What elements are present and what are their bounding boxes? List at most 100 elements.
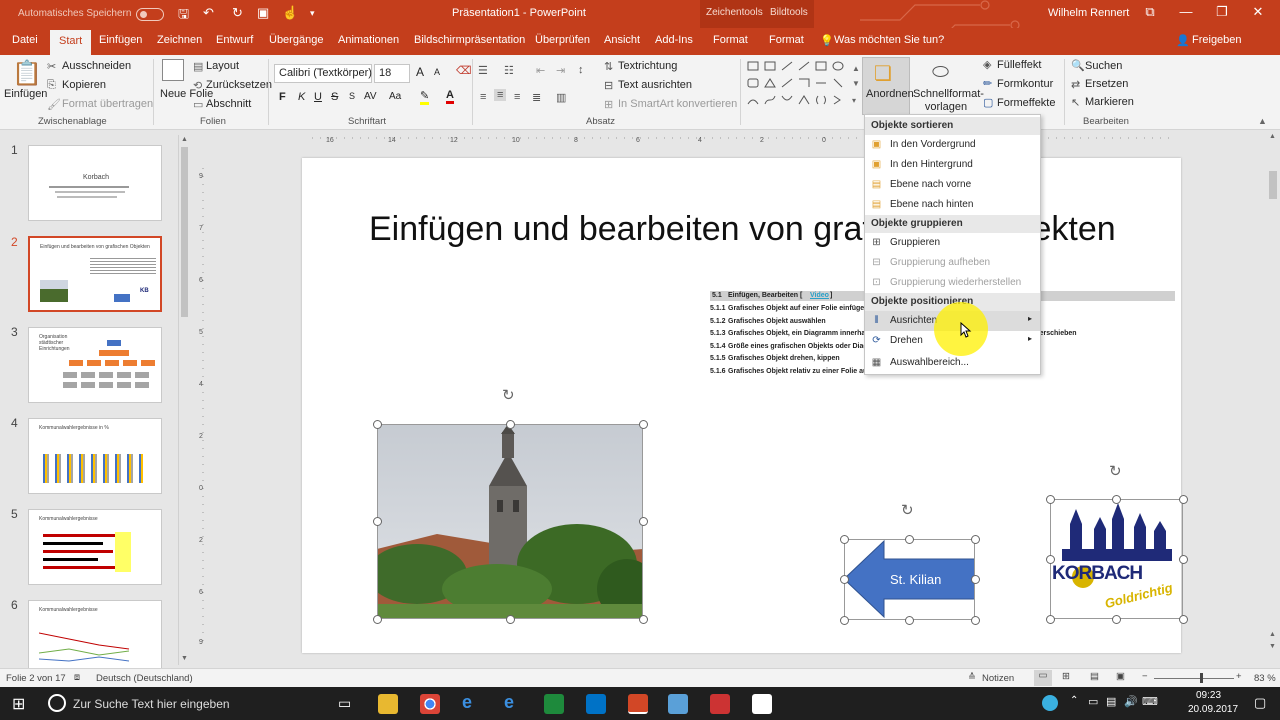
slide-sorter-icon[interactable]: ⊞ <box>1062 671 1070 682</box>
resize-handle[interactable] <box>638 517 648 526</box>
rotate-handle-icon[interactable]: ↻ <box>1109 462 1122 480</box>
redo-icon[interactable]: ↻ <box>232 5 243 21</box>
resize-handle[interactable] <box>839 534 849 544</box>
reset-button[interactable]: Zurücksetzen <box>206 79 272 91</box>
resize-handle[interactable] <box>638 614 648 624</box>
slideshow-icon[interactable]: ▣ <box>1116 671 1125 682</box>
font-size-select[interactable]: 18 <box>374 64 410 83</box>
resize-handle[interactable] <box>905 615 914 625</box>
zoom-slider-thumb[interactable] <box>1200 673 1203 683</box>
gallery-down-icon[interactable]: ▼ <box>852 79 860 88</box>
menu-item-selection-pane[interactable]: ▦ Auswahlbereich... <box>865 353 1040 373</box>
bullets-icon[interactable]: ☰ <box>478 64 488 77</box>
char-spacing-button[interactable]: AV <box>364 91 377 102</box>
notifications-icon[interactable]: ▢ <box>1254 695 1266 711</box>
ie-icon[interactable]: e <box>504 692 514 713</box>
tell-me-input[interactable]: Was möchten Sie tun? <box>834 34 944 46</box>
camtasia-icon[interactable] <box>544 694 564 714</box>
justify-icon[interactable]: ≣ <box>532 91 541 104</box>
tab-entwurf[interactable]: Entwurf <box>216 34 253 46</box>
tab-format-drawing[interactable]: Format <box>713 34 748 46</box>
resize-handle[interactable] <box>505 419 515 429</box>
tab-start[interactable]: Start <box>50 30 92 55</box>
zoom-slider[interactable] <box>1154 678 1234 679</box>
help-tray-icon[interactable] <box>1042 695 1058 711</box>
select-button[interactable]: Markieren <box>1085 96 1134 108</box>
align-right-icon[interactable]: ≡ <box>514 91 520 103</box>
resize-handle[interactable] <box>1178 614 1188 624</box>
battery-icon[interactable]: ▭ <box>1088 695 1098 708</box>
text-direction-button[interactable]: Textrichtung <box>618 60 677 72</box>
format-painter-button[interactable]: Format übertragen <box>62 98 153 110</box>
change-case-button[interactable]: Aa <box>389 91 401 102</box>
rotate-handle-icon[interactable]: ↻ <box>901 501 914 519</box>
decrease-indent-icon[interactable]: ⇤ <box>536 64 545 77</box>
cut-button[interactable]: Ausschneiden <box>62 60 131 72</box>
zoom-in-icon[interactable]: + <box>1236 671 1242 682</box>
shadow-icon[interactable]: S <box>349 91 355 101</box>
app-icon[interactable] <box>752 694 772 714</box>
share-button[interactable]: Freigeben <box>1192 34 1242 46</box>
clock-time[interactable]: 09:23 <box>1196 690 1221 701</box>
strikethrough-button[interactable]: S <box>331 91 338 103</box>
arrange-button[interactable]: Anordnen <box>866 88 914 100</box>
slide-scrollbar[interactable]: ▲ ▲ ▼ <box>1266 131 1280 668</box>
resize-handle[interactable] <box>372 517 382 526</box>
windows-start-icon[interactable]: ⊞ <box>12 694 25 714</box>
tab-datei[interactable]: Datei <box>12 34 38 46</box>
grow-font-button[interactable]: A <box>416 65 424 79</box>
resize-handle[interactable] <box>1178 494 1188 504</box>
touch-mode-icon[interactable]: ☝ <box>282 5 298 21</box>
tab-uebergaenge[interactable]: Übergänge <box>269 34 323 46</box>
highlight-icon[interactable]: ✎ <box>420 89 430 105</box>
resize-handle[interactable] <box>970 575 980 584</box>
tab-bildschirmpraesentation[interactable]: Bildschirmpräsentation <box>414 34 525 46</box>
resize-handle[interactable] <box>505 614 515 624</box>
menu-item-send-backward[interactable]: ▤ Ebene nach hinten <box>865 195 1040 215</box>
close-icon[interactable]: ✕ <box>1240 4 1276 20</box>
spellcheck-icon[interactable]: ⧈ <box>74 672 80 683</box>
undo-icon[interactable]: ↶ <box>203 5 214 21</box>
thumbnail-slide-3[interactable]: Organisation städtischer Einrichtungen <box>28 327 162 403</box>
menu-item-ungroup[interactable]: ⊟ Gruppierung aufheben <box>865 253 1040 273</box>
chrome-icon[interactable] <box>420 694 440 714</box>
language-indicator[interactable]: Deutsch (Deutschland) <box>96 673 193 684</box>
menu-item-group[interactable]: ⊞ Gruppieren <box>865 233 1040 253</box>
tab-animationen[interactable]: Animationen <box>338 34 399 46</box>
thumbnail-slide-5[interactable]: Kommunalwahlergebnisse <box>28 509 162 585</box>
bold-button[interactable]: F <box>279 91 286 103</box>
thumbnail-slide-2[interactable]: Einfügen und bearbeiten von grafischen O… <box>28 236 162 312</box>
resize-handle[interactable] <box>1178 554 1188 564</box>
network-icon[interactable]: ▤ <box>1106 695 1116 708</box>
menu-item-send-to-back[interactable]: ▣ In den Hintergrund <box>865 155 1040 175</box>
slide-counter[interactable]: Folie 2 von 17 <box>6 673 66 684</box>
line-spacing-icon[interactable]: ↕ <box>578 64 584 76</box>
thumbnail-slide-1[interactable]: Korbach <box>28 145 162 221</box>
align-center-icon[interactable]: ≡ <box>494 89 507 101</box>
tab-einfuegen[interactable]: Einfügen <box>99 34 142 46</box>
section-button[interactable]: Abschnitt <box>206 98 251 110</box>
outlook-icon[interactable] <box>586 694 606 714</box>
zoom-level[interactable]: 83 % <box>1254 673 1276 684</box>
snipping-icon[interactable] <box>710 694 730 714</box>
resize-handle[interactable] <box>839 575 849 584</box>
file-explorer-icon[interactable] <box>378 694 398 714</box>
effects-button[interactable]: Formeffekte <box>997 97 1056 109</box>
user-name[interactable]: Wilhelm Rennert <box>1048 7 1129 19</box>
align-left-icon[interactable]: ≡ <box>480 91 486 103</box>
tab-ansicht[interactable]: Ansicht <box>604 34 640 46</box>
resize-handle[interactable] <box>1045 494 1055 504</box>
gallery-more-icon[interactable]: ▾ <box>852 96 856 105</box>
new-slide-icon[interactable] <box>162 59 184 81</box>
tray-chevron-icon[interactable]: ⌃ <box>1070 695 1078 706</box>
shrink-font-button[interactable]: A <box>434 67 440 77</box>
clear-format-icon[interactable]: ⌫ <box>456 64 472 77</box>
resize-handle[interactable] <box>1045 614 1055 624</box>
font-name-select[interactable]: Calibri (Textkörper) <box>274 64 372 83</box>
numbering-icon[interactable]: ☷ <box>504 64 514 77</box>
customize-qat-icon[interactable]: ▾ <box>310 8 315 19</box>
maximize-icon[interactable]: ❐ <box>1204 4 1240 20</box>
thumbnail-slide-4[interactable]: Kommunalwahlergebnisse in % <box>28 418 162 494</box>
smartart-button[interactable]: In SmartArt konvertieren <box>618 98 737 110</box>
columns-icon[interactable]: ▥ <box>556 91 566 104</box>
